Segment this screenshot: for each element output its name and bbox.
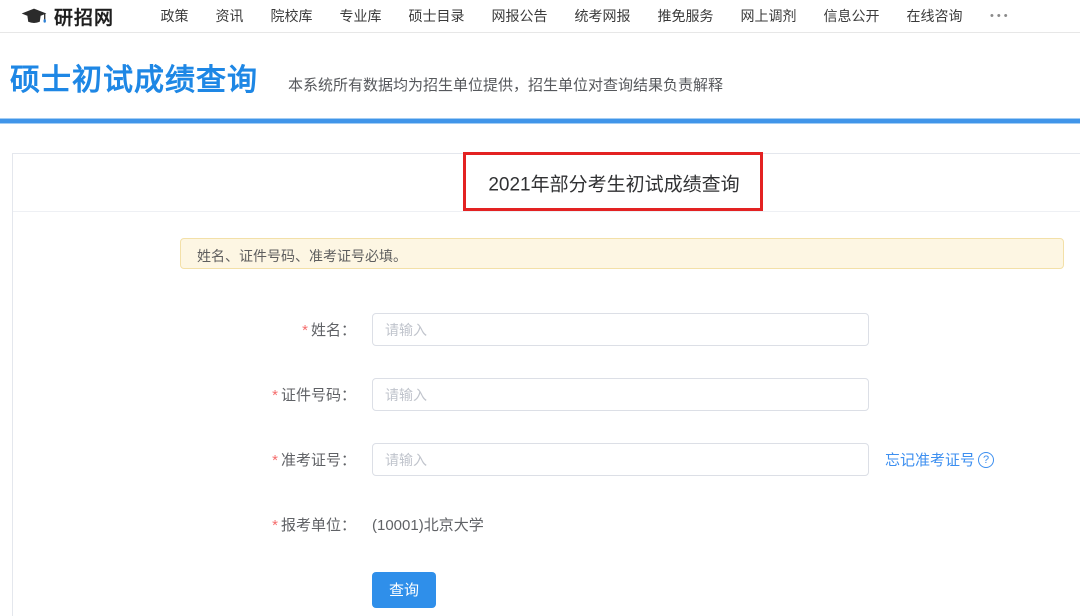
nav-item-news[interactable]: 资讯 <box>202 6 257 26</box>
panel-title: 2021年部分考生初试成绩查询 <box>488 169 739 196</box>
id-number-label: *证件号码： <box>13 384 356 405</box>
logo-text: 研招网 <box>54 3 114 30</box>
name-input[interactable] <box>372 313 869 346</box>
name-label: *姓名： <box>13 319 356 340</box>
graduation-cap-icon <box>20 6 48 26</box>
query-button[interactable]: 查询 <box>372 572 436 608</box>
score-query-panel: 2021年部分考生初试成绩查询 姓名、证件号码、准考证号必填。 *姓名： *证件… <box>12 153 1080 616</box>
name-label-text: 姓名： <box>311 322 356 339</box>
page-header: 硕士初试成绩查询 本系统所有数据均为招生单位提供，招生单位对查询结果负责解释 <box>0 33 1080 99</box>
target-school-value: (10001)北京大学 <box>372 514 484 535</box>
nav-item-consult[interactable]: 在线咨询 <box>893 6 976 26</box>
submit-row: 查询 <box>13 573 1080 606</box>
more-ellipsis-icon[interactable]: ••• <box>990 10 1011 22</box>
nav-item-registration[interactable]: 统考网报 <box>561 6 644 26</box>
target-school-label-text: 报考单位： <box>281 517 356 534</box>
query-form: *姓名： *证件号码： *准考证号： 忘记准考证号? *报考单位： (10001… <box>13 313 1080 606</box>
admission-ticket-label-text: 准考证号： <box>281 452 356 469</box>
id-number-label-text: 证件号码： <box>281 387 356 404</box>
site-logo[interactable]: 研招网 <box>20 3 114 30</box>
nav-menu: 政策 资讯 院校库 专业库 硕士目录 网报公告 统考网报 推免服务 网上调剂 信… <box>147 6 976 26</box>
nav-item-policy[interactable]: 政策 <box>147 6 202 26</box>
id-number-field-row: *证件号码： <box>13 378 1080 411</box>
admission-ticket-label: *准考证号： <box>13 449 356 470</box>
forgot-ticket-link[interactable]: 忘记准考证号? <box>885 449 994 470</box>
required-asterisk: * <box>272 517 278 534</box>
required-asterisk: * <box>272 452 278 469</box>
panel-body: 姓名、证件号码、准考证号必填。 *姓名： *证件号码： *准考证号： 忘记准考证… <box>13 212 1080 606</box>
nav-item-disclosure[interactable]: 信息公开 <box>810 6 893 26</box>
question-circle-icon: ? <box>978 452 994 468</box>
nav-item-adjustment[interactable]: 网上调剂 <box>727 6 810 26</box>
page-title: 硕士初试成绩查询 <box>10 63 258 99</box>
nav-item-schools[interactable]: 院校库 <box>257 6 326 26</box>
target-school-row: *报考单位： (10001)北京大学 <box>13 508 1080 541</box>
nav-item-catalog[interactable]: 硕士目录 <box>395 6 478 26</box>
top-navigation: 研招网 政策 资讯 院校库 专业库 硕士目录 网报公告 统考网报 推免服务 网上… <box>0 0 1080 33</box>
nav-item-announce[interactable]: 网报公告 <box>478 6 561 26</box>
name-field-row: *姓名： <box>13 313 1080 346</box>
id-number-input[interactable] <box>372 378 869 411</box>
required-asterisk: * <box>302 322 308 339</box>
panel-header: 2021年部分考生初试成绩查询 <box>13 154 1080 212</box>
target-school-label: *报考单位： <box>13 514 356 535</box>
admission-ticket-input[interactable] <box>372 443 869 476</box>
page-subtitle: 本系统所有数据均为招生单位提供，招生单位对查询结果负责解释 <box>288 74 723 95</box>
required-asterisk: * <box>272 387 278 404</box>
forgot-ticket-link-text: 忘记准考证号 <box>885 449 975 470</box>
required-fields-alert: 姓名、证件号码、准考证号必填。 <box>180 238 1064 269</box>
blue-divider <box>0 119 1080 123</box>
nav-item-majors[interactable]: 专业库 <box>326 6 395 26</box>
nav-item-exempt[interactable]: 推免服务 <box>644 6 727 26</box>
admission-ticket-field-row: *准考证号： 忘记准考证号? <box>13 443 1080 476</box>
